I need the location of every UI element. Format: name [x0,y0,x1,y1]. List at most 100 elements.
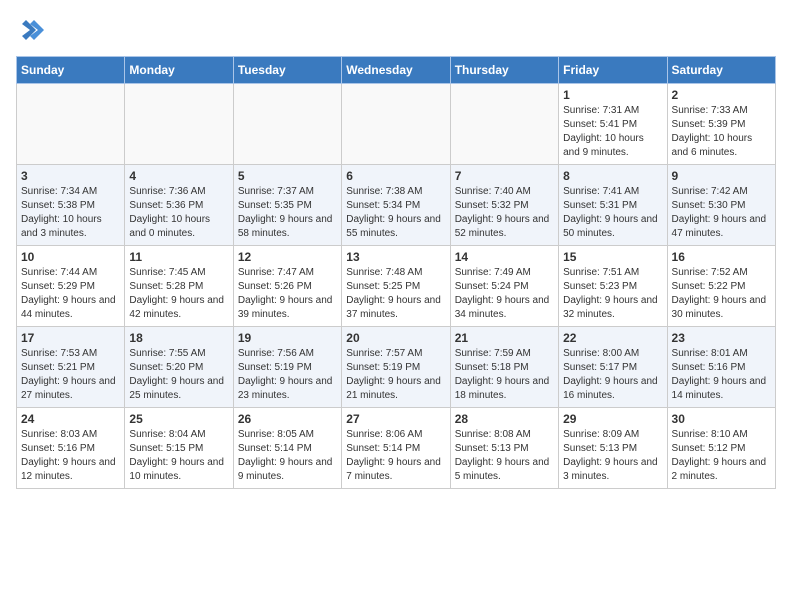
day-info: Sunrise: 7:56 AM Sunset: 5:19 PM Dayligh… [238,347,337,403]
day-number: 10 [21,250,120,264]
day-cell: 26 Sunrise: 8:05 AM Sunset: 5:14 PM Dayli… [233,408,341,489]
header-cell-friday: Friday [559,57,667,84]
day-cell: 21Sunrise: 7:59 AM Sunset: 5:18 PM Dayli… [450,327,558,408]
day-cell: 29 Sunrise: 8:09 AM Sunset: 5:13 PM Dayli… [559,408,667,489]
day-number: 19 [238,331,337,345]
day-cell [17,84,125,165]
day-cell: 18 Sunrise: 7:55 AM Sunset: 5:20 PM Dayli… [125,327,233,408]
day-cell [125,84,233,165]
day-number: 29 [563,412,662,426]
day-info: Sunrise: 7:33 AM Sunset: 5:39 PM Dayligh… [672,104,771,160]
day-info: Sunrise: 7:57 AM Sunset: 5:19 PM Dayligh… [346,347,445,403]
day-info: Sunrise: 8:03 AM Sunset: 5:16 PM Dayligh… [21,428,120,484]
day-number: 9 [672,169,771,183]
day-cell [342,84,450,165]
day-cell: 16Sunrise: 7:52 AM Sunset: 5:22 PM Dayli… [667,246,775,327]
day-cell: 19 Sunrise: 7:56 AM Sunset: 5:19 PM Dayli… [233,327,341,408]
page: SundayMondayTuesdayWednesdayThursdayFrid… [0,0,792,505]
day-cell: 5 Sunrise: 7:37 AM Sunset: 5:35 PM Daylig… [233,165,341,246]
day-info: Sunrise: 8:05 AM Sunset: 5:14 PM Dayligh… [238,428,337,484]
calendar-header-row: SundayMondayTuesdayWednesdayThursdayFrid… [17,57,776,84]
day-info: Sunrise: 7:38 AM Sunset: 5:34 PM Dayligh… [346,185,445,241]
day-info: Sunrise: 8:08 AM Sunset: 5:13 PM Dayligh… [455,428,554,484]
day-cell [233,84,341,165]
day-number: 18 [129,331,228,345]
day-info: Sunrise: 7:45 AM Sunset: 5:28 PM Dayligh… [129,266,228,322]
logo-icon [16,16,44,44]
day-info: Sunrise: 7:41 AM Sunset: 5:31 PM Dayligh… [563,185,662,241]
week-row-3: 10Sunrise: 7:44 AM Sunset: 5:29 PM Dayli… [17,246,776,327]
day-number: 7 [455,169,554,183]
day-cell: 20 Sunrise: 7:57 AM Sunset: 5:19 PM Dayli… [342,327,450,408]
day-number: 16 [672,250,771,264]
header-cell-monday: Monday [125,57,233,84]
day-number: 30 [672,412,771,426]
day-info: Sunrise: 7:47 AM Sunset: 5:26 PM Dayligh… [238,266,337,322]
day-info: Sunrise: 7:36 AM Sunset: 5:36 PM Dayligh… [129,185,228,241]
header-cell-saturday: Saturday [667,57,775,84]
day-number: 2 [672,88,771,102]
day-cell: 9 Sunrise: 7:42 AM Sunset: 5:30 PM Daylig… [667,165,775,246]
day-number: 5 [238,169,337,183]
day-info: Sunrise: 8:00 AM Sunset: 5:17 PM Dayligh… [563,347,662,403]
day-cell: 24 Sunrise: 8:03 AM Sunset: 5:16 PM Dayli… [17,408,125,489]
header-cell-tuesday: Tuesday [233,57,341,84]
day-number: 8 [563,169,662,183]
header [16,16,776,44]
week-row-2: 3 Sunrise: 7:34 AM Sunset: 5:38 PM Daylig… [17,165,776,246]
day-cell: 12 Sunrise: 7:47 AM Sunset: 5:26 PM Dayli… [233,246,341,327]
logo [16,16,46,44]
day-number: 3 [21,169,120,183]
day-cell: 7 Sunrise: 7:40 AM Sunset: 5:32 PM Daylig… [450,165,558,246]
day-cell: 28 Sunrise: 8:08 AM Sunset: 5:13 PM Dayli… [450,408,558,489]
day-cell: 27 Sunrise: 8:06 AM Sunset: 5:14 PM Dayli… [342,408,450,489]
day-info: Sunrise: 7:34 AM Sunset: 5:38 PM Dayligh… [21,185,120,241]
day-number: 20 [346,331,445,345]
day-cell: 30 Sunrise: 8:10 AM Sunset: 5:12 PM Dayli… [667,408,775,489]
day-cell: 2 Sunrise: 7:33 AM Sunset: 5:39 PM Daylig… [667,84,775,165]
day-number: 17 [21,331,120,345]
day-number: 26 [238,412,337,426]
day-info: Sunrise: 8:10 AM Sunset: 5:12 PM Dayligh… [672,428,771,484]
day-number: 25 [129,412,228,426]
day-number: 13 [346,250,445,264]
day-info: Sunrise: 7:49 AM Sunset: 5:24 PM Dayligh… [455,266,554,322]
header-cell-sunday: Sunday [17,57,125,84]
day-number: 12 [238,250,337,264]
day-info: Sunrise: 7:51 AM Sunset: 5:23 PM Dayligh… [563,266,662,322]
day-info: Sunrise: 7:53 AM Sunset: 5:21 PM Dayligh… [21,347,120,403]
day-info: Sunrise: 8:09 AM Sunset: 5:13 PM Dayligh… [563,428,662,484]
day-number: 1 [563,88,662,102]
day-cell: 17 Sunrise: 7:53 AM Sunset: 5:21 PM Dayli… [17,327,125,408]
day-cell: 10Sunrise: 7:44 AM Sunset: 5:29 PM Dayli… [17,246,125,327]
day-cell: 8 Sunrise: 7:41 AM Sunset: 5:31 PM Daylig… [559,165,667,246]
day-info: Sunrise: 7:37 AM Sunset: 5:35 PM Dayligh… [238,185,337,241]
day-number: 15 [563,250,662,264]
day-info: Sunrise: 7:48 AM Sunset: 5:25 PM Dayligh… [346,266,445,322]
header-cell-thursday: Thursday [450,57,558,84]
day-cell [450,84,558,165]
day-cell: 4Sunrise: 7:36 AM Sunset: 5:36 PM Daylig… [125,165,233,246]
day-info: Sunrise: 7:59 AM Sunset: 5:18 PM Dayligh… [455,347,554,403]
day-cell: 13 Sunrise: 7:48 AM Sunset: 5:25 PM Dayli… [342,246,450,327]
day-info: Sunrise: 7:31 AM Sunset: 5:41 PM Dayligh… [563,104,662,160]
calendar-body: 1 Sunrise: 7:31 AM Sunset: 5:41 PM Daylig… [17,84,776,489]
day-cell: 11Sunrise: 7:45 AM Sunset: 5:28 PM Dayli… [125,246,233,327]
week-row-5: 24 Sunrise: 8:03 AM Sunset: 5:16 PM Dayli… [17,408,776,489]
day-cell: 6 Sunrise: 7:38 AM Sunset: 5:34 PM Daylig… [342,165,450,246]
week-row-4: 17 Sunrise: 7:53 AM Sunset: 5:21 PM Dayli… [17,327,776,408]
day-info: Sunrise: 8:04 AM Sunset: 5:15 PM Dayligh… [129,428,228,484]
day-info: Sunrise: 8:06 AM Sunset: 5:14 PM Dayligh… [346,428,445,484]
week-row-1: 1 Sunrise: 7:31 AM Sunset: 5:41 PM Daylig… [17,84,776,165]
header-cell-wednesday: Wednesday [342,57,450,84]
day-number: 24 [21,412,120,426]
day-number: 27 [346,412,445,426]
calendar-table: SundayMondayTuesdayWednesdayThursdayFrid… [16,56,776,489]
day-cell: 3 Sunrise: 7:34 AM Sunset: 5:38 PM Daylig… [17,165,125,246]
day-number: 28 [455,412,554,426]
day-number: 14 [455,250,554,264]
day-info: Sunrise: 7:40 AM Sunset: 5:32 PM Dayligh… [455,185,554,241]
day-info: Sunrise: 7:55 AM Sunset: 5:20 PM Dayligh… [129,347,228,403]
day-info: Sunrise: 7:42 AM Sunset: 5:30 PM Dayligh… [672,185,771,241]
day-number: 6 [346,169,445,183]
